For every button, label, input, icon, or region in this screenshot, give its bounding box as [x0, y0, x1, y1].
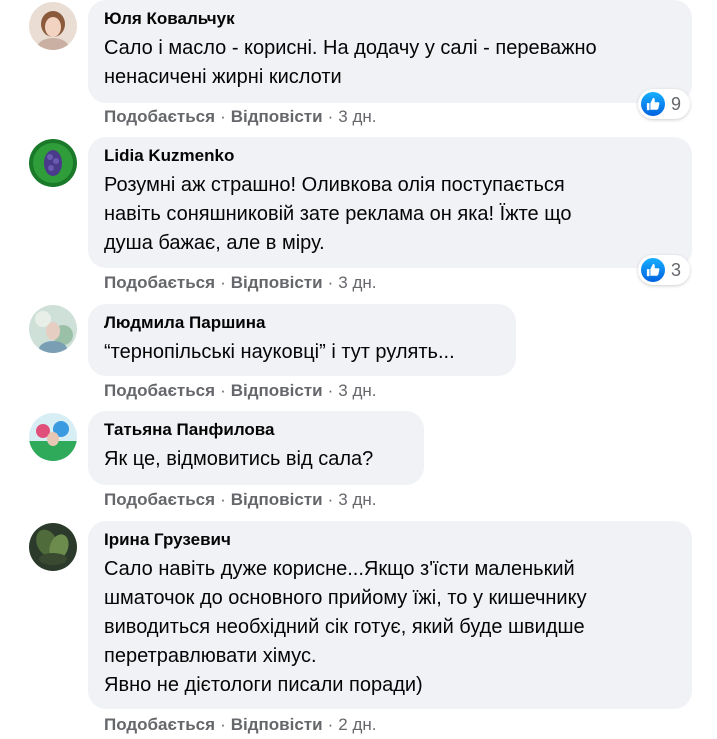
comment-time[interactable]: 3 дн. [338, 381, 376, 400]
separator: · [327, 490, 334, 509]
comment-time[interactable]: 2 дн. [338, 715, 376, 734]
like-button[interactable]: Подобається [104, 107, 215, 126]
comment-time[interactable]: 3 дн. [338, 107, 376, 126]
reply-button[interactable]: Відповісти [231, 273, 323, 292]
comment-actions: Подобається · Відповісти · 3 дн. [104, 381, 376, 401]
comment-text: Як це, відмовитись від сала? [104, 448, 374, 470]
comment-actions: Подобається · Відповісти · 3 дн. [104, 490, 376, 510]
separator: · [220, 715, 226, 734]
comment-author[interactable]: Lidia Kuzmenko [104, 145, 676, 167]
avatar[interactable] [29, 2, 77, 50]
reactions-badge[interactable]: 9 [638, 89, 690, 119]
separator: · [327, 715, 334, 734]
separator: · [327, 273, 334, 292]
comment-author[interactable]: Людмила Паршина [104, 312, 500, 334]
comment-bubble: Людмила Паршина “тернопільські науковці”… [88, 304, 516, 376]
comment-text: “тернопільські науковці” і тут рулять... [104, 341, 455, 363]
reply-button[interactable]: Відповісти [231, 107, 323, 126]
comment-text: Сало навіть дуже корисне...Якщо з'їсти м… [104, 558, 587, 696]
comment-author[interactable]: Юля Ковальчук [104, 8, 676, 30]
separator: · [327, 381, 334, 400]
comment-actions: Подобається · Відповісти · 2 дн. [104, 715, 376, 735]
avatar[interactable] [29, 139, 77, 187]
avatar[interactable] [29, 523, 77, 571]
comment-actions: Подобається · Відповісти · 3 дн. [104, 107, 376, 127]
separator: · [220, 381, 226, 400]
comment-text: Сало і масло - корисні. На додачу у салі… [104, 37, 597, 88]
comment-time[interactable]: 3 дн. [338, 490, 376, 509]
like-button[interactable]: Подобається [104, 715, 215, 734]
comment-text: Розумні аж страшно! Оливкова олія поступ… [104, 174, 572, 254]
comment-actions: Подобається · Відповісти · 3 дн. [104, 273, 376, 293]
avatar[interactable] [29, 413, 77, 461]
comment-bubble: Lidia Kuzmenko Розумні аж страшно! Оливк… [88, 137, 692, 268]
reply-button[interactable]: Відповісти [231, 715, 323, 734]
reply-button[interactable]: Відповісти [231, 490, 323, 509]
like-button[interactable]: Подобається [104, 490, 215, 509]
reaction-count: 3 [671, 259, 682, 280]
reaction-count: 9 [671, 93, 682, 114]
separator: · [220, 273, 226, 292]
comment-time[interactable]: 3 дн. [338, 273, 376, 292]
like-button[interactable]: Подобається [104, 381, 215, 400]
avatar[interactable] [29, 305, 77, 353]
like-icon [641, 258, 665, 282]
reactions-badge[interactable]: 3 [638, 255, 690, 285]
separator: · [220, 490, 226, 509]
separator: · [327, 107, 334, 126]
comment-author[interactable]: Татьяна Панфилова [104, 419, 408, 441]
comment-bubble: Ірина Грузевич Сало навіть дуже корисне.… [88, 521, 692, 709]
comment-bubble: Татьяна Панфилова Як це, відмовитись від… [88, 411, 424, 485]
like-button[interactable]: Подобається [104, 273, 215, 292]
reply-button[interactable]: Відповісти [231, 381, 323, 400]
like-icon [641, 92, 665, 116]
separator: · [220, 107, 226, 126]
comment-bubble: Юля Ковальчук Сало і масло - корисні. На… [88, 0, 692, 103]
comment-author[interactable]: Ірина Грузевич [104, 529, 676, 551]
